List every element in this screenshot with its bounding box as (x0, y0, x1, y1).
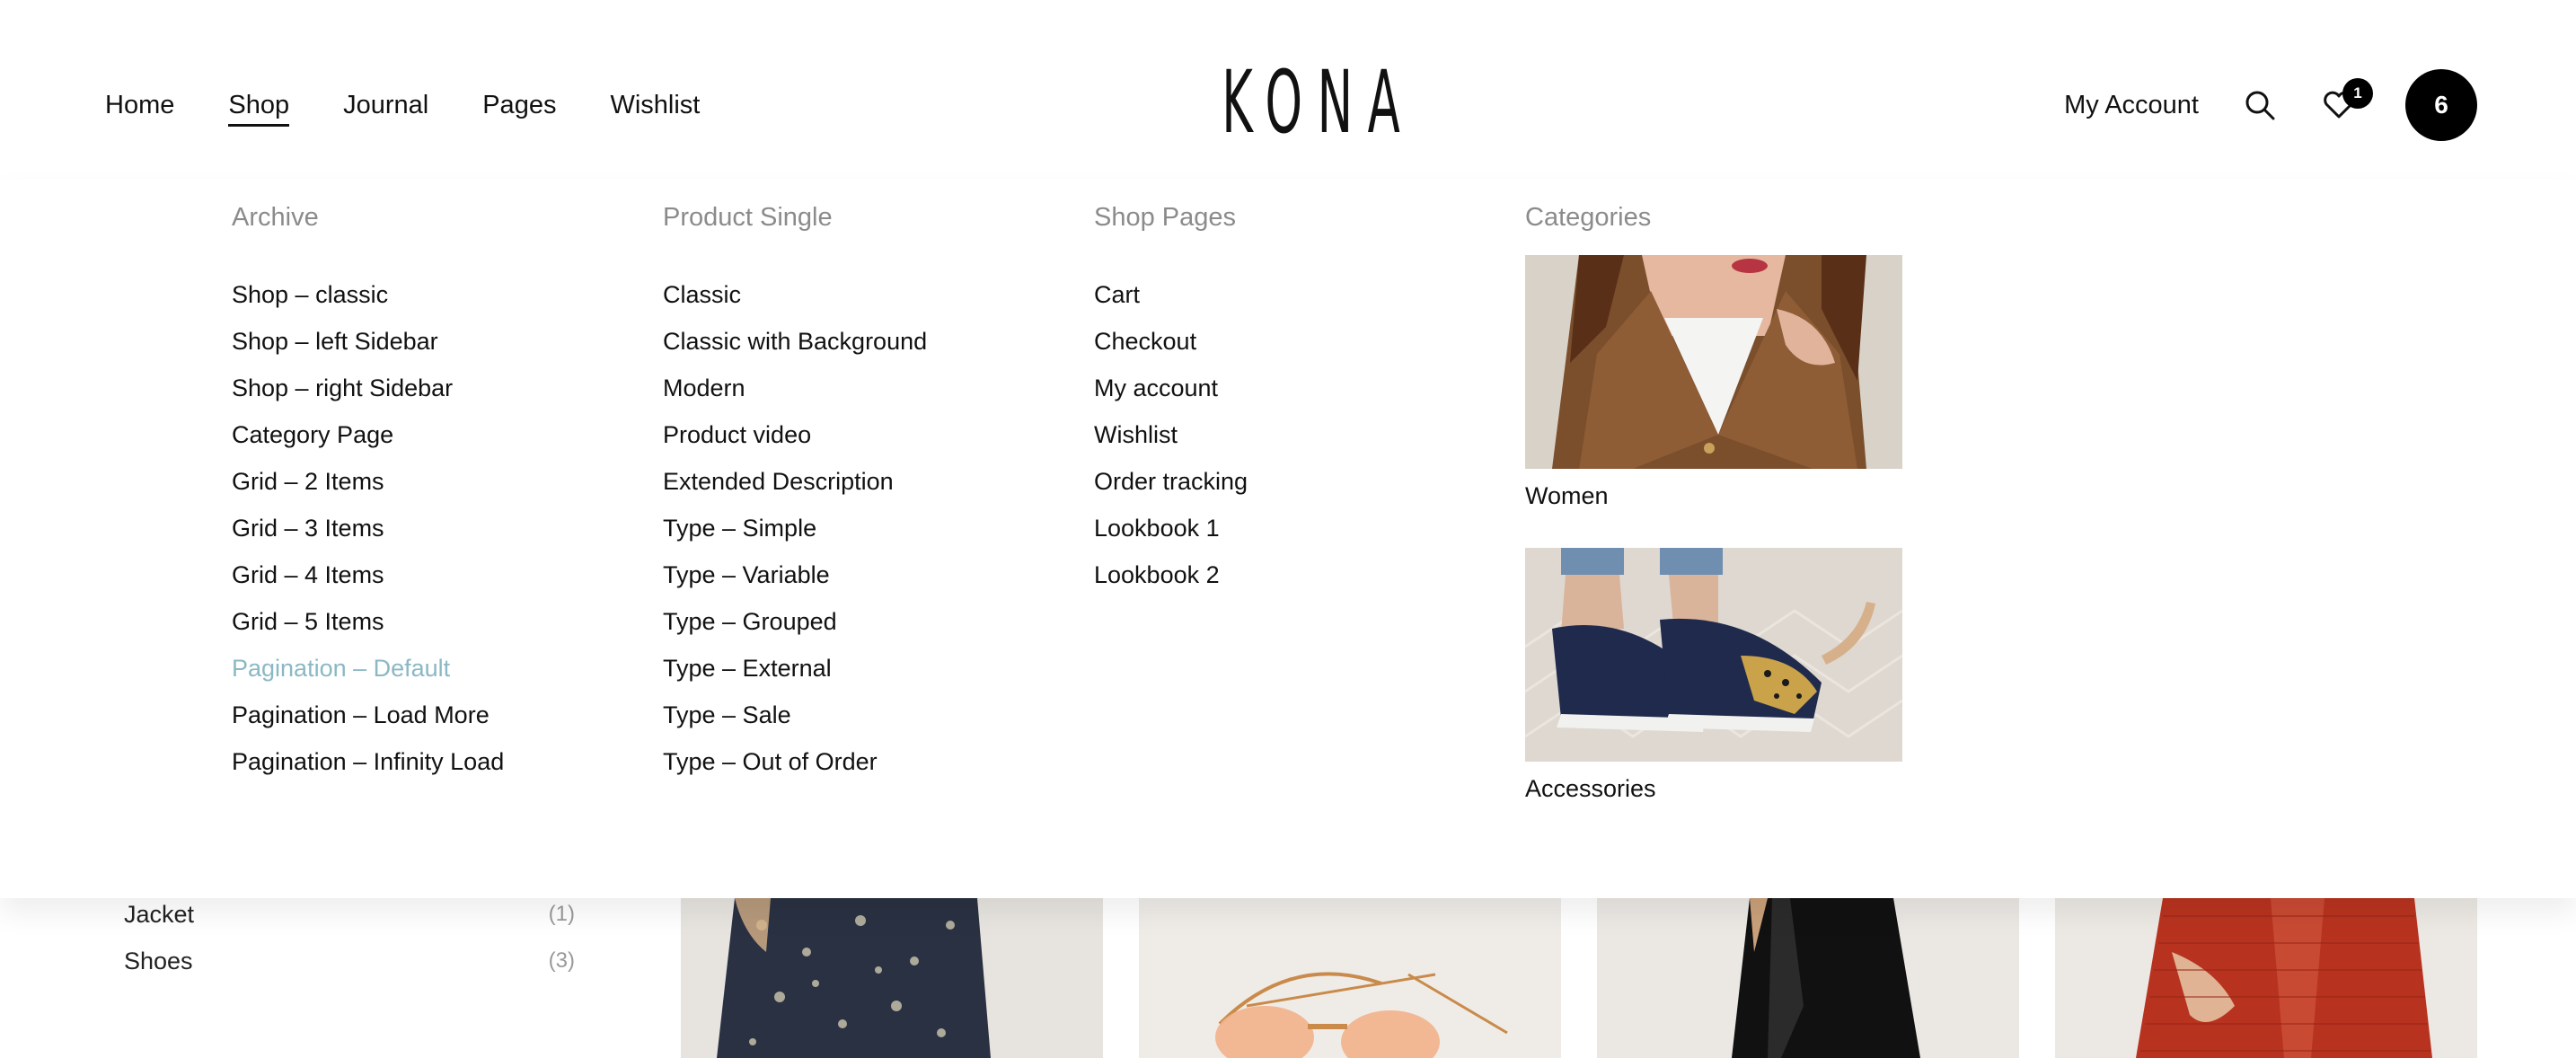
product-card-black-coat[interactable] (1597, 898, 2019, 1058)
menu-link-type-grouped[interactable]: Type – Grouped (663, 598, 927, 645)
product-image-floral-dress (681, 898, 1103, 1058)
menu-link-shop-right-sidebar[interactable]: Shop – right Sidebar (232, 365, 504, 411)
category-image-accessories (1525, 548, 1902, 762)
menu-link-grid-5[interactable]: Grid – 5 Items (232, 598, 504, 645)
category-label: Accessories (1525, 775, 1656, 802)
nav-home[interactable]: Home (105, 86, 174, 127)
menu-link-lookbook-1[interactable]: Lookbook 1 (1094, 505, 1248, 551)
mega-col-heading: Product Single (663, 203, 833, 232)
menu-link-category-page[interactable]: Category Page (232, 411, 504, 458)
category-name: Shoes (124, 947, 193, 974)
menu-link-type-simple[interactable]: Type – Simple (663, 505, 927, 551)
category-image-women (1525, 255, 1902, 469)
menu-link-pagination-load-more[interactable]: Pagination – Load More (232, 692, 504, 738)
category-card-women[interactable]: Women (1525, 255, 1902, 514)
menu-link-cart[interactable]: Cart (1094, 271, 1248, 318)
product-card-sunglasses[interactable] (1139, 898, 1561, 1058)
menu-link-extended-description[interactable]: Extended Description (663, 458, 927, 505)
menu-link-modern[interactable]: Modern (663, 365, 927, 411)
category-count: (1) (548, 902, 575, 926)
nav-wishlist[interactable]: Wishlist (610, 86, 700, 127)
menu-link-classic[interactable]: Classic (663, 271, 927, 318)
product-image-black-coat (1597, 898, 2019, 1058)
category-filter-shoes[interactable]: Shoes (3) (124, 938, 575, 984)
menu-link-grid-3[interactable]: Grid – 3 Items (232, 505, 504, 551)
category-card-accessories[interactable]: Accessories (1525, 548, 1902, 807)
mega-col-heading: Shop Pages (1094, 203, 1237, 232)
menu-link-order-tracking[interactable]: Order tracking (1094, 458, 1248, 505)
menu-link-pagination-infinity[interactable]: Pagination – Infinity Load (232, 738, 504, 785)
category-count: (3) (548, 948, 575, 973)
menu-link-type-out-of-order[interactable]: Type – Out of Order (663, 738, 927, 785)
nav-journal[interactable]: Journal (343, 86, 428, 127)
site-logo[interactable]: KONA (1222, 59, 1399, 145)
mega-col-heading: Categories (1525, 203, 1652, 232)
menu-link-shop-classic[interactable]: Shop – classic (232, 271, 504, 318)
mega-col-shop-pages: Shop Pages Cart Checkout My account Wish… (1094, 201, 1248, 598)
heart-icon[interactable]: 1 (2321, 78, 2373, 123)
main-nav: Home Shop Journal Pages Wishlist (105, 86, 700, 127)
menu-link-grid-2[interactable]: Grid – 2 Items (232, 458, 504, 505)
shop-mega-menu: Archive Shop – classic Shop – left Sideb… (0, 180, 2576, 898)
menu-link-grid-4[interactable]: Grid – 4 Items (232, 551, 504, 598)
mega-col-heading: Archive (232, 203, 319, 232)
header-actions: My Account 1 6 (2064, 68, 2477, 142)
category-filter-list: Jacket (1) Shoes (3) (124, 891, 575, 984)
menu-link-type-variable[interactable]: Type – Variable (663, 551, 927, 598)
product-card-floral-dress[interactable] (681, 898, 1103, 1058)
menu-link-wishlist[interactable]: Wishlist (1094, 411, 1248, 458)
mega-col-product-single: Product Single Classic Classic with Back… (663, 201, 927, 785)
menu-link-checkout[interactable]: Checkout (1094, 318, 1248, 365)
search-icon[interactable] (2242, 87, 2278, 123)
product-card-red-cardigan[interactable] (2055, 898, 2477, 1058)
mega-col-categories: Categories Women Accessories (1525, 201, 1902, 807)
menu-link-type-external[interactable]: Type – External (663, 645, 927, 692)
menu-link-type-sale[interactable]: Type – Sale (663, 692, 927, 738)
menu-link-classic-background[interactable]: Classic with Background (663, 318, 927, 365)
product-image-sunglasses (1139, 898, 1561, 1058)
mega-col-archive: Archive Shop – classic Shop – left Sideb… (232, 201, 504, 785)
menu-link-product-video[interactable]: Product video (663, 411, 927, 458)
product-image-red-cardigan (2055, 898, 2477, 1058)
menu-link-shop-left-sidebar[interactable]: Shop – left Sidebar (232, 318, 504, 365)
cart-count-button[interactable]: 6 (2405, 69, 2477, 141)
category-label: Women (1525, 482, 1609, 509)
my-account-link[interactable]: My Account (2064, 91, 2199, 120)
menu-link-my-account[interactable]: My account (1094, 365, 1248, 411)
menu-link-lookbook-2[interactable]: Lookbook 2 (1094, 551, 1248, 598)
category-name: Jacket (124, 900, 195, 928)
nav-pages[interactable]: Pages (482, 86, 556, 127)
wishlist-count-badge: 1 (2342, 78, 2373, 109)
menu-link-pagination-default[interactable]: Pagination – Default (232, 645, 504, 692)
nav-shop[interactable]: Shop (228, 86, 290, 127)
